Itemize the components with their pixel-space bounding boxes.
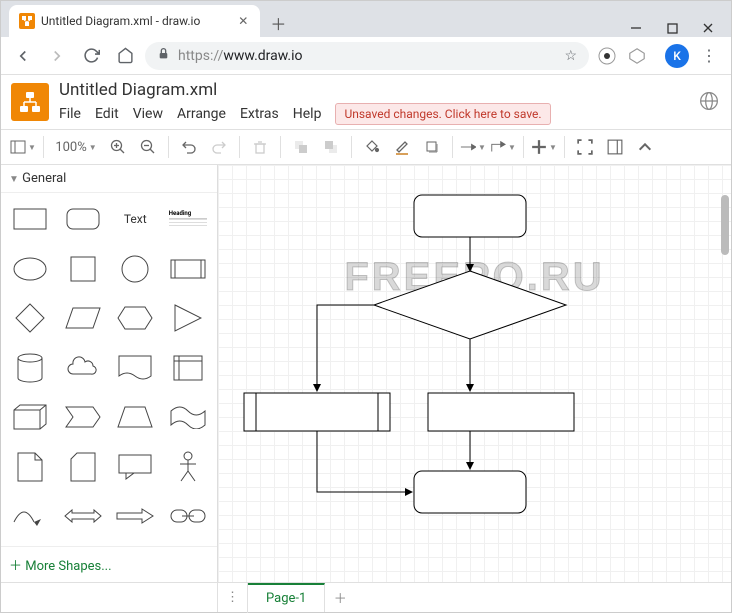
fullscreen-icon[interactable] — [571, 133, 599, 161]
menu-view[interactable]: View — [133, 106, 163, 122]
shape-actor[interactable] — [165, 447, 212, 487]
shape-text[interactable]: Text — [112, 199, 159, 239]
shadow-icon[interactable] — [418, 133, 446, 161]
shapes-grid: Text Heading — [1, 193, 217, 546]
shapes-sidebar: ▼ General Text Heading — [1, 165, 218, 582]
insert-icon[interactable]: ▼ — [530, 133, 558, 161]
canvas[interactable]: FREEPO.RU — [218, 165, 731, 582]
menu-arrange[interactable]: Arrange — [177, 106, 226, 122]
redo-icon[interactable] — [205, 133, 233, 161]
shape-step[interactable] — [60, 397, 107, 437]
shape-arrow[interactable] — [112, 496, 159, 536]
maximize-icon[interactable] — [663, 19, 681, 37]
back-button[interactable] — [9, 42, 37, 70]
shape-tape[interactable] — [165, 397, 212, 437]
page-menu-icon[interactable]: ⋮ — [218, 583, 248, 613]
more-shapes-button[interactable]: ＋ More Shapes... — [1, 546, 217, 582]
shape-heading[interactable]: Heading — [165, 199, 212, 239]
browser-titlebar: Untitled Diagram.xml - draw.io ✕ ＋ — [1, 1, 731, 37]
shape-rounded-rect[interactable] — [60, 199, 107, 239]
shape-circle[interactable] — [112, 249, 159, 289]
tab-title: Untitled Diagram.xml - draw.io — [41, 14, 200, 28]
zoom-in-icon[interactable] — [104, 133, 132, 161]
undo-icon[interactable] — [175, 133, 203, 161]
shape-process[interactable] — [165, 249, 212, 289]
zoom-out-icon[interactable] — [134, 133, 162, 161]
shape-card[interactable] — [60, 447, 107, 487]
shape-bidir-arrow[interactable] — [60, 496, 107, 536]
menu-edit[interactable]: Edit — [95, 106, 119, 122]
delete-icon[interactable] — [246, 133, 274, 161]
menu-extras[interactable]: Extras — [240, 106, 279, 122]
menu-file[interactable]: File — [59, 106, 81, 122]
extension-icon-2[interactable] — [625, 44, 649, 68]
shape-triangle[interactable] — [165, 298, 212, 338]
minimize-icon[interactable] — [627, 19, 645, 37]
shape-parallelogram[interactable] — [60, 298, 107, 338]
shape-rectangle[interactable] — [7, 199, 54, 239]
shape-callout[interactable] — [112, 447, 159, 487]
shape-hexagon[interactable] — [112, 298, 159, 338]
star-icon[interactable]: ☆ — [564, 48, 577, 64]
browser-tab[interactable]: Untitled Diagram.xml - draw.io ✕ — [9, 5, 260, 37]
lock-icon — [157, 47, 170, 64]
shape-diamond[interactable] — [7, 298, 54, 338]
new-tab-button[interactable]: ＋ — [264, 9, 292, 37]
waypoint-icon[interactable]: ▼ — [489, 133, 517, 161]
shape-note[interactable] — [7, 447, 54, 487]
reload-button[interactable] — [77, 42, 105, 70]
shape-link[interactable] — [165, 496, 212, 536]
shape-ellipse[interactable] — [7, 249, 54, 289]
shape-internal-storage[interactable] — [165, 348, 212, 388]
collapse-icon[interactable] — [631, 133, 659, 161]
browser-menu-icon[interactable]: ⋮ — [695, 42, 723, 70]
language-icon[interactable] — [699, 91, 721, 113]
to-back-icon[interactable] — [317, 133, 345, 161]
vertical-scrollbar[interactable] — [721, 195, 729, 255]
format-panel-icon[interactable] — [601, 133, 629, 161]
menu-help[interactable]: Help — [293, 106, 322, 122]
shape-square[interactable] — [60, 249, 107, 289]
url-text: https://www.draw.io — [178, 48, 303, 64]
close-tab-icon[interactable]: ✕ — [236, 14, 250, 28]
document-title[interactable]: Untitled Diagram.xml — [59, 80, 689, 100]
toolbar: ▼ 100%▼ ▼ ▼ ▼ — [1, 129, 731, 165]
shape-cylinder[interactable] — [7, 348, 54, 388]
extension-icon-1[interactable] — [595, 44, 619, 68]
profile-avatar[interactable]: K — [665, 44, 689, 68]
app-header: Untitled Diagram.xml File Edit View Arra… — [1, 75, 731, 129]
address-bar: https://www.draw.io ☆ K ⋮ — [1, 37, 731, 75]
fill-color-icon[interactable] — [358, 133, 386, 161]
page-tab-1[interactable]: Page-1 — [248, 583, 325, 612]
favicon — [19, 13, 35, 29]
shape-curve[interactable] — [7, 496, 54, 536]
connection-icon[interactable]: ▼ — [459, 133, 487, 161]
panel-general[interactable]: ▼ General — [1, 165, 217, 193]
shape-cloud[interactable] — [60, 348, 107, 388]
unsaved-changes-banner[interactable]: Unsaved changes. Click here to save. — [335, 103, 550, 125]
url-field[interactable]: https://www.draw.io ☆ — [145, 42, 589, 70]
add-page-button[interactable]: ＋ — [325, 583, 355, 613]
home-button[interactable] — [111, 42, 139, 70]
shape-trapezoid[interactable] — [112, 397, 159, 437]
shape-cube[interactable] — [7, 397, 54, 437]
app-logo[interactable] — [11, 83, 49, 121]
diagram — [218, 165, 731, 582]
workspace: ▼ General Text Heading — [1, 165, 731, 582]
zoom-level[interactable]: 100%▼ — [50, 133, 102, 161]
line-color-icon[interactable] — [388, 133, 416, 161]
view-mode-button[interactable]: ▼ — [9, 133, 37, 161]
shape-document[interactable] — [112, 348, 159, 388]
close-window-icon[interactable] — [699, 19, 717, 37]
forward-button[interactable] — [43, 42, 71, 70]
page-bar: ⋮ Page-1 ＋ — [1, 582, 731, 612]
to-front-icon[interactable] — [287, 133, 315, 161]
